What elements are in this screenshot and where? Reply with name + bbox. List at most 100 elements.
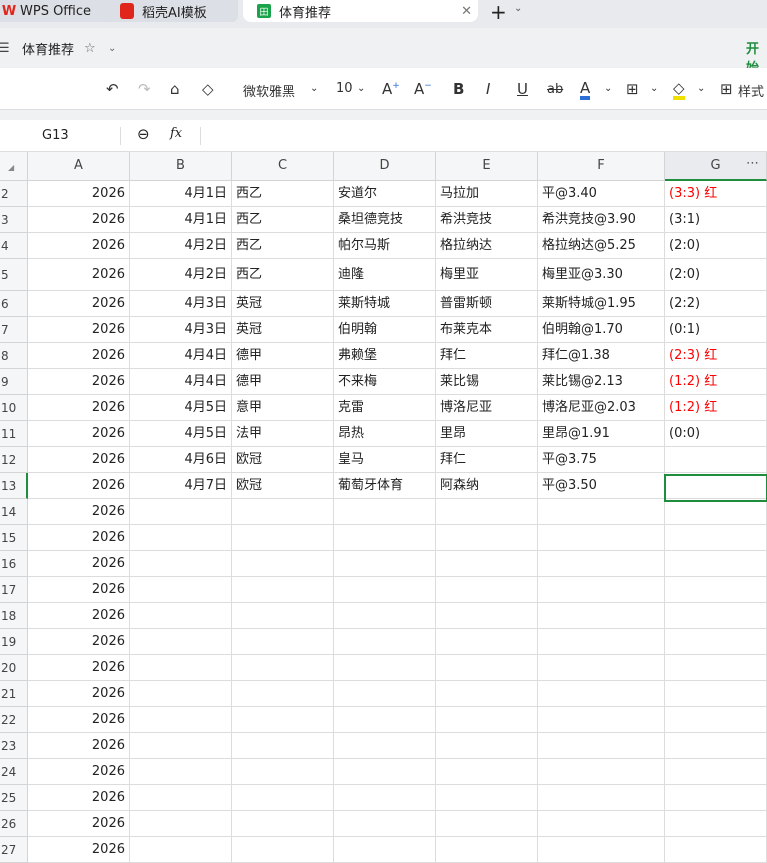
cell-b7[interactable]: 4月3日: [130, 317, 232, 343]
cell-a12[interactable]: 2026: [28, 447, 130, 473]
cell-f12[interactable]: 平@3.75: [538, 447, 665, 473]
cell-a17[interactable]: 2026: [28, 577, 130, 603]
cell-c22[interactable]: [232, 707, 334, 733]
cell-e23[interactable]: [436, 733, 538, 759]
row-header[interactable]: 7: [0, 317, 28, 343]
cell-c10[interactable]: 意甲: [232, 395, 334, 421]
cell-e7[interactable]: 布莱克本: [436, 317, 538, 343]
chevron-down-icon[interactable]: ⌄: [697, 83, 705, 94]
cell-a11[interactable]: 2026: [28, 421, 130, 447]
row-header[interactable]: 3: [0, 207, 28, 233]
cell-b27[interactable]: [130, 837, 232, 863]
cell-a7[interactable]: 2026: [28, 317, 130, 343]
cell-c20[interactable]: [232, 655, 334, 681]
cell-d5[interactable]: 迪隆: [334, 259, 436, 291]
cell-b10[interactable]: 4月5日: [130, 395, 232, 421]
column-header-c[interactable]: C: [232, 152, 334, 181]
row-header[interactable]: 5: [0, 259, 28, 291]
cell-d16[interactable]: [334, 551, 436, 577]
cell-g5[interactable]: (2:0): [665, 259, 767, 291]
column-header-b[interactable]: B: [130, 152, 232, 181]
cell-c18[interactable]: [232, 603, 334, 629]
cell-c8[interactable]: 德甲: [232, 343, 334, 369]
cell-c21[interactable]: [232, 681, 334, 707]
cell-d2[interactable]: 安道尔: [334, 181, 436, 207]
cell-a22[interactable]: 2026: [28, 707, 130, 733]
cell-f22[interactable]: [538, 707, 665, 733]
font-color-icon[interactable]: A: [580, 80, 591, 100]
cell-g6[interactable]: (2:2): [665, 291, 767, 317]
row-header[interactable]: 13: [0, 473, 28, 499]
cell-b17[interactable]: [130, 577, 232, 603]
cell-g24[interactable]: [665, 759, 767, 785]
cell-c25[interactable]: [232, 785, 334, 811]
row-header[interactable]: 10: [0, 395, 28, 421]
cell-b24[interactable]: [130, 759, 232, 785]
cell-b12[interactable]: 4月6日: [130, 447, 232, 473]
cell-d9[interactable]: 不来梅: [334, 369, 436, 395]
cell-f24[interactable]: [538, 759, 665, 785]
cell-a26[interactable]: 2026: [28, 811, 130, 837]
cell-a25[interactable]: 2026: [28, 785, 130, 811]
cell-f5[interactable]: 梅里亚@3.30: [538, 259, 665, 291]
cell-f16[interactable]: [538, 551, 665, 577]
row-header[interactable]: 9: [0, 369, 28, 395]
cell-e5[interactable]: 梅里亚: [436, 259, 538, 291]
cell-c17[interactable]: [232, 577, 334, 603]
column-header-a[interactable]: A: [28, 152, 130, 181]
cell-f13[interactable]: 平@3.50: [538, 473, 665, 499]
cell-g27[interactable]: [665, 837, 767, 863]
cell-e25[interactable]: [436, 785, 538, 811]
cell-b21[interactable]: [130, 681, 232, 707]
cell-g4[interactable]: (2:0): [665, 233, 767, 259]
zoom-icon[interactable]: ⊖: [137, 125, 150, 143]
cell-g21[interactable]: [665, 681, 767, 707]
cell-f4[interactable]: 格拉纳达@5.25: [538, 233, 665, 259]
cell-b25[interactable]: [130, 785, 232, 811]
cell-g25[interactable]: [665, 785, 767, 811]
cell-d25[interactable]: [334, 785, 436, 811]
cell-d24[interactable]: [334, 759, 436, 785]
cell-c5[interactable]: 西乙: [232, 259, 334, 291]
cell-a14[interactable]: 2026: [28, 499, 130, 525]
row-header[interactable]: 23: [0, 733, 28, 759]
fill-color-icon[interactable]: ◇: [673, 80, 685, 100]
cell-a3[interactable]: 2026: [28, 207, 130, 233]
cell-d18[interactable]: [334, 603, 436, 629]
cell-f27[interactable]: [538, 837, 665, 863]
font-size-select[interactable]: 10: [336, 81, 353, 96]
row-header[interactable]: 25: [0, 785, 28, 811]
cell-g7[interactable]: (0:1): [665, 317, 767, 343]
cell-f9[interactable]: 莱比锡@2.13: [538, 369, 665, 395]
cell-a8[interactable]: 2026: [28, 343, 130, 369]
cell-f21[interactable]: [538, 681, 665, 707]
cell-f14[interactable]: [538, 499, 665, 525]
column-header-d[interactable]: D: [334, 152, 436, 181]
cell-a23[interactable]: 2026: [28, 733, 130, 759]
increase-font-icon[interactable]: A+: [382, 80, 400, 98]
chevron-down-icon[interactable]: ⌄: [650, 83, 658, 94]
cell-e26[interactable]: [436, 811, 538, 837]
cell-c3[interactable]: 西乙: [232, 207, 334, 233]
cell-f10[interactable]: 博洛尼亚@2.03: [538, 395, 665, 421]
cell-g10[interactable]: (1:2) 红: [665, 395, 767, 421]
chevron-down-icon[interactable]: ⌄: [310, 83, 318, 94]
cell-e3[interactable]: 希洪竞技: [436, 207, 538, 233]
column-header-e[interactable]: E: [436, 152, 538, 181]
cell-a5[interactable]: 2026: [28, 259, 130, 291]
selected-cell-g13[interactable]: [664, 474, 767, 502]
cell-g11[interactable]: (0:0): [665, 421, 767, 447]
cell-d10[interactable]: 克雷: [334, 395, 436, 421]
new-tab-icon[interactable]: +: [490, 0, 507, 24]
cell-b9[interactable]: 4月4日: [130, 369, 232, 395]
cell-a15[interactable]: 2026: [28, 525, 130, 551]
cell-e4[interactable]: 格拉纳达: [436, 233, 538, 259]
cell-d14[interactable]: [334, 499, 436, 525]
cell-c15[interactable]: [232, 525, 334, 551]
cell-d27[interactable]: [334, 837, 436, 863]
cell-c2[interactable]: 西乙: [232, 181, 334, 207]
row-header[interactable]: 2: [0, 181, 28, 207]
cell-d7[interactable]: 伯明翰: [334, 317, 436, 343]
cell-a16[interactable]: 2026: [28, 551, 130, 577]
cell-d8[interactable]: 弗赖堡: [334, 343, 436, 369]
